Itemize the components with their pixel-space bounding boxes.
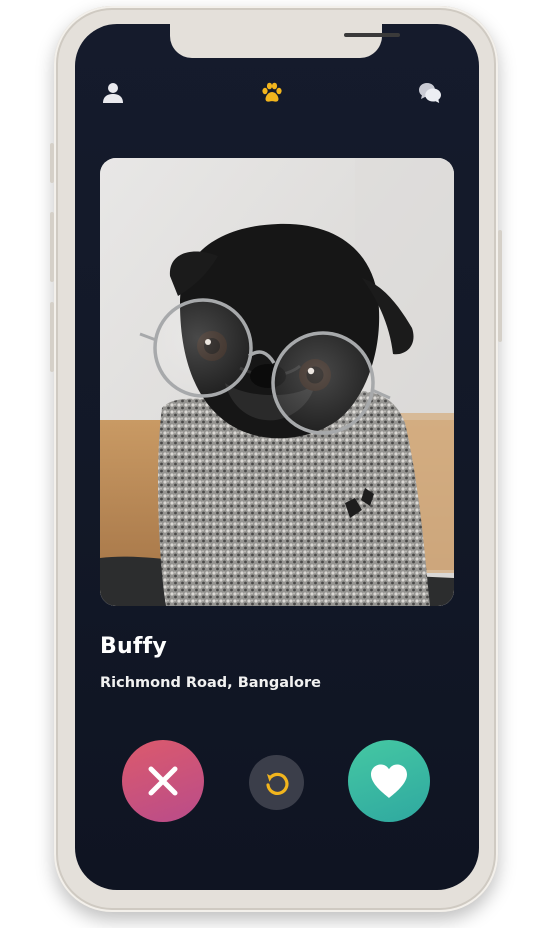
- pet-photo[interactable]: [100, 158, 454, 606]
- volume-up-button: [50, 212, 54, 282]
- pet-location: Richmond Road, Bangalore: [100, 675, 321, 691]
- notch: [170, 24, 400, 58]
- undo-icon: [265, 772, 288, 795]
- chat-icon[interactable]: [417, 80, 443, 106]
- paw-icon[interactable]: [259, 80, 285, 106]
- volume-down-button: [50, 302, 54, 372]
- power-button: [498, 230, 502, 342]
- silent-switch: [50, 143, 54, 183]
- heart-icon: [371, 764, 407, 798]
- undo-button[interactable]: [249, 755, 304, 810]
- pet-name: Buffy: [100, 634, 167, 659]
- dislike-button[interactable]: [122, 740, 204, 822]
- close-icon: [148, 766, 178, 796]
- like-button[interactable]: [348, 740, 430, 822]
- profile-icon[interactable]: [100, 80, 126, 106]
- speaker: [344, 33, 400, 37]
- app-screen: Buffy Richmond Road, Bangalore: [75, 24, 479, 890]
